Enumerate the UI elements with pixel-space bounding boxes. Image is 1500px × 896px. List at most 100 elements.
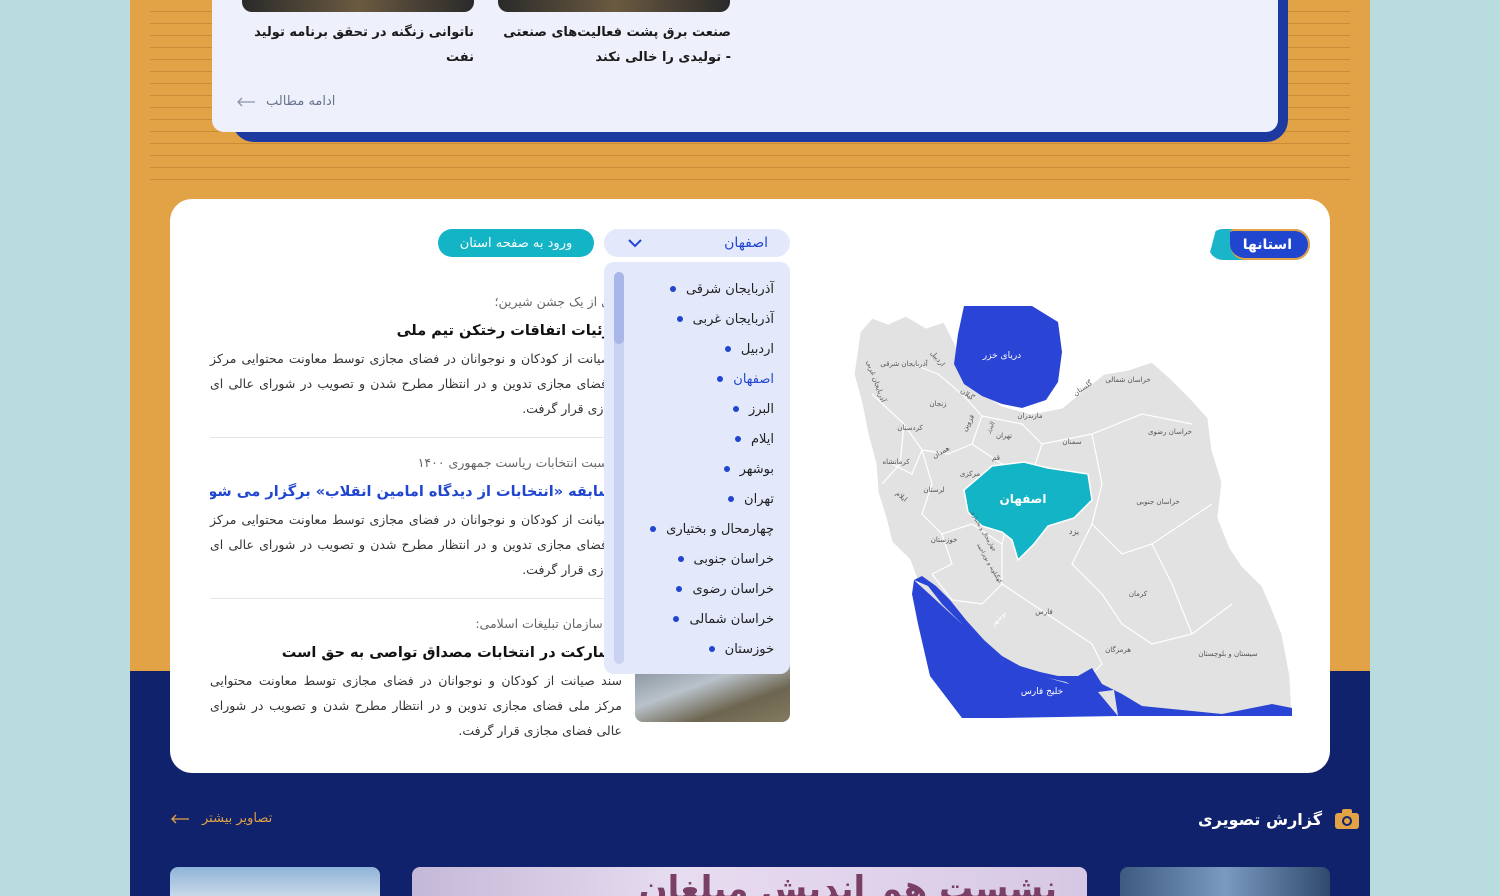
bullet-icon <box>728 496 735 502</box>
province-option-label: آذربایجان شرقی <box>685 281 774 297</box>
province-option-label: بوشهر <box>739 461 774 477</box>
bullet-icon <box>733 406 740 412</box>
bullet-icon <box>673 616 680 622</box>
photo-report-title: گزارش تصویری <box>1198 809 1323 829</box>
province-option[interactable]: خوزستان <box>650 634 774 664</box>
province-option[interactable]: خراسان جنوبی <box>650 544 774 574</box>
map-label[interactable]: هرمزگان <box>1105 645 1131 654</box>
map-label[interactable]: خراسان شمالی <box>1105 376 1151 384</box>
news-title[interactable]: صنعت برق پشت فعالیت‌های صنعتی - تولیدی ر… <box>498 20 731 70</box>
more-photos-link[interactable]: تصاویر بیشتر <box>170 811 272 826</box>
province-option[interactable]: تهران <box>650 484 774 514</box>
dropdown-scroll-thumb[interactable] <box>614 272 624 344</box>
divider <box>210 598 622 599</box>
article-kicker: شی از یک جشن شیرین؛ <box>494 294 622 309</box>
article-kicker: س سازمان تبلیغات اسلامی: <box>475 616 622 631</box>
map-label[interactable]: یزد <box>1069 527 1079 536</box>
article-item: س سازمان تبلیغات اسلامی: مشارکت در انتخا… <box>210 610 622 743</box>
bullet-icon <box>717 376 724 382</box>
province-option-label: خراسان شمالی <box>689 611 774 627</box>
map-label[interactable]: کردستان <box>897 424 923 432</box>
article-item: شی از یک جشن شیرین؛ جزئیات اتفاقات رختکن… <box>210 288 622 421</box>
article-item: مناسبت انتخابات ریاست جمهوری ۱۴۰۰ مسابقه… <box>210 449 622 582</box>
bullet-icon <box>650 526 657 532</box>
article-headline[interactable]: مسابقه «انتخابات از دیدگاه امامین انقلاب… <box>210 477 622 507</box>
province-option[interactable]: خراسان شمالی <box>650 604 774 634</box>
article-headline[interactable]: جزئیات اتفاقات رختکن تیم ملی <box>210 316 622 346</box>
province-option-label: اصفهان <box>733 371 774 387</box>
province-option[interactable]: اصفهان <box>650 364 774 394</box>
more-photos-label: تصاویر بیشتر <box>202 811 273 826</box>
photo-report-header: گزارش تصویری <box>1198 808 1360 830</box>
province-option-label: خراسان جنوبی <box>693 551 774 567</box>
map-label[interactable]: آذربایجان شرقی <box>880 359 928 368</box>
map-label[interactable]: خوزستان <box>931 536 958 544</box>
article-body: سند صیانت از کودکان و نوجوانان در فضای م… <box>210 673 622 738</box>
map-label[interactable]: لرستان <box>923 486 944 494</box>
provinces-badge: استانها <box>1208 229 1310 260</box>
map-label[interactable]: سیستان و بلوچستان <box>1198 650 1257 658</box>
photo-thumbnail[interactable] <box>1120 867 1330 896</box>
map-label-isfahan[interactable]: اصفهان <box>999 492 1046 506</box>
divider <box>210 437 622 438</box>
provinces-title: استانها <box>1242 236 1292 253</box>
province-option-label: اردبیل <box>740 341 774 357</box>
iran-map: دریای خزر خلیج فارس اصفهان آذربایجان شرق… <box>853 306 1292 718</box>
news-thumbnail[interactable] <box>242 0 474 12</box>
province-option-label: البرز <box>749 401 774 417</box>
more-news-link[interactable]: ادامه مطالب <box>236 94 335 109</box>
province-option[interactable]: چهارمحال و بختیاری <box>650 514 774 544</box>
province-select[interactable]: اصفهان <box>604 229 790 257</box>
province-option[interactable]: بوشهر <box>650 454 774 484</box>
map-label[interactable]: سمنان <box>1062 438 1081 446</box>
map-label[interactable]: تهران <box>996 432 1012 440</box>
map-label[interactable]: کرمانشاه <box>882 458 910 466</box>
province-option[interactable]: آذربایجان غربی <box>650 304 774 334</box>
bullet-icon <box>676 586 683 592</box>
map-label[interactable]: قم <box>992 454 1000 462</box>
map-label[interactable]: کرمان <box>1129 590 1148 598</box>
map-label[interactable]: خراسان جنوبی <box>1136 498 1179 506</box>
province-option[interactable]: آذربایجان شرقی <box>650 274 774 304</box>
arrow-left-icon <box>237 97 255 106</box>
province-list: آذربایجان شرقی آذربایجان غربی اردبیل اصفهان… <box>650 274 774 664</box>
bullet-icon <box>676 316 683 322</box>
map-label[interactable]: زنجان <box>929 400 946 408</box>
bullet-icon <box>708 646 715 652</box>
map-label[interactable]: مازندران <box>1017 412 1043 420</box>
map-label[interactable]: فارس <box>1035 608 1052 616</box>
article-body: د صیانت از کودکان و نوجوانان در فضای مجا… <box>210 351 622 416</box>
province-option[interactable]: البرز <box>650 394 774 424</box>
map-label[interactable]: خراسان رضوی <box>1148 428 1192 436</box>
bullet-icon <box>677 556 684 562</box>
more-news-label: ادامه مطالب <box>266 94 336 109</box>
news-thumbnail[interactable] <box>498 0 730 12</box>
province-option[interactable]: خراسان رضوی <box>650 574 774 604</box>
photo-thumbnail[interactable] <box>170 867 380 896</box>
article-headline[interactable]: مشارکت در انتخابات مصداق تواصی به حق است <box>210 638 622 668</box>
province-dropdown: آذربایجان شرقی آذربایجان غربی اردبیل اصفهان… <box>604 262 790 674</box>
map-label-gulf: خلیج فارس <box>1021 687 1063 697</box>
article-kicker: مناسبت انتخابات ریاست جمهوری ۱۴۰۰ <box>417 455 622 470</box>
province-option-label: خراسان رضوی <box>692 581 774 597</box>
province-option[interactable]: ایلام <box>650 424 774 454</box>
map-label-caspian: دریای خزر <box>982 351 1021 361</box>
camera-icon <box>1335 809 1360 829</box>
photo-banner-text: نشست هم اندیش مبلغان <box>638 869 1057 896</box>
bullet-icon <box>734 436 741 442</box>
province-option-label: تهران <box>744 491 774 507</box>
province-option-label: خوزستان <box>724 641 774 657</box>
province-select-value: اصفهان <box>724 235 768 251</box>
bullet-icon <box>669 286 676 292</box>
province-option-label: آذربایجان غربی <box>692 311 774 327</box>
photo-featured[interactable]: نشست هم اندیش مبلغان <box>412 867 1087 896</box>
chevron-down-icon <box>628 238 642 247</box>
province-option[interactable]: اردبیل <box>650 334 774 364</box>
province-option-label: چهارمحال و بختیاری <box>666 521 774 537</box>
enter-province-button[interactable]: ورود به صفحه استان <box>438 229 594 257</box>
article-body: د صیانت از کودکان و نوجوانان در فضای مجا… <box>210 512 622 577</box>
news-title[interactable]: ناتوانی زنگنه در تحقق برنامه تولید نفت <box>242 20 474 70</box>
bullet-icon <box>723 466 730 472</box>
map-label[interactable]: مرکزی <box>960 470 981 478</box>
arrow-left-icon <box>171 814 189 823</box>
